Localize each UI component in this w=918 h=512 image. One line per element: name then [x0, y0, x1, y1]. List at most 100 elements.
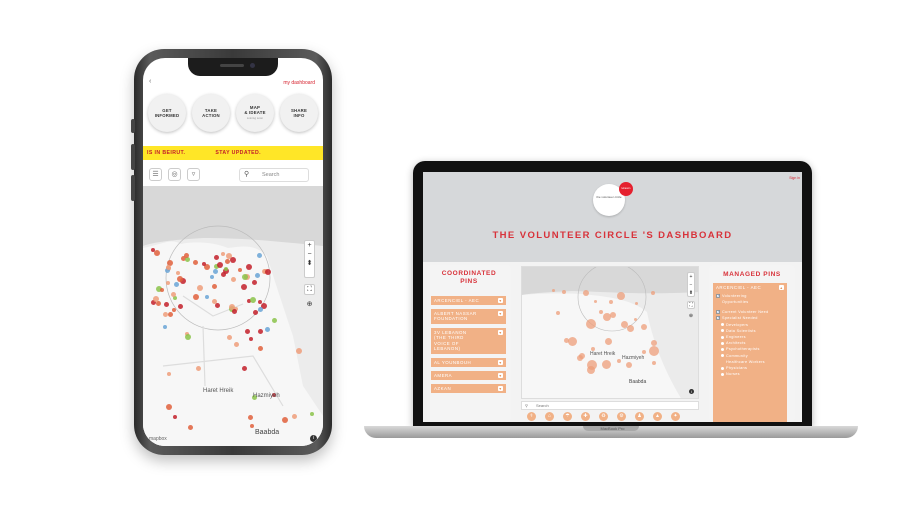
category-icon[interactable]: ▲ [653, 412, 662, 421]
zoom-out-button[interactable]: − [688, 281, 694, 289]
back-icon[interactable]: ‹ [149, 78, 151, 85]
map-pin[interactable] [187, 425, 193, 431]
map-pin[interactable] [230, 276, 236, 282]
radio-button[interactable] [721, 323, 724, 327]
map-pin[interactable] [567, 336, 577, 346]
info-icon[interactable]: i [689, 389, 694, 394]
map-search-input[interactable]: ⚲ Search [521, 401, 699, 410]
map-pin[interactable] [213, 268, 219, 274]
map-pin[interactable] [650, 339, 657, 346]
fullscreen-icon[interactable]: ⛶ [687, 301, 695, 309]
map-pin[interactable] [240, 284, 247, 291]
checkbox[interactable] [716, 310, 721, 315]
map-pin[interactable] [281, 417, 288, 424]
expand-icon[interactable]: ▾ [498, 373, 503, 378]
geolocate-icon[interactable]: ⊕ [687, 313, 695, 321]
map-pin[interactable] [232, 308, 238, 314]
my-dashboard-link[interactable]: my dashboard [283, 80, 315, 86]
mapbox-logo[interactable]: mapbox [149, 436, 167, 442]
map-pin[interactable] [226, 334, 232, 340]
compass-icon[interactable]: ⬍ [305, 259, 314, 268]
radio-button[interactable] [721, 335, 724, 339]
map-pin[interactable] [193, 293, 200, 300]
map-pin[interactable] [640, 324, 647, 331]
nav-share-info[interactable]: SHARE INFO [280, 94, 318, 132]
map-pin[interactable] [649, 345, 660, 356]
radio-button[interactable] [721, 372, 724, 376]
map-pin[interactable] [233, 341, 239, 347]
map-pin[interactable] [165, 264, 171, 270]
category-icon[interactable]: ⚕ [527, 412, 536, 421]
map-pin[interactable] [608, 300, 613, 305]
map-pin[interactable] [599, 309, 604, 314]
filter-row[interactable]: Current Volunteer Need [716, 310, 769, 315]
filter-row[interactable]: Nurses [721, 372, 740, 377]
category-icon[interactable]: ⌂ [545, 412, 554, 421]
zoom-in-button[interactable]: + [305, 241, 314, 250]
map-pin[interactable] [163, 301, 169, 307]
category-icon[interactable]: ⚙ [617, 412, 626, 421]
map-pin[interactable] [159, 287, 164, 292]
category-icon[interactable]: ♟ [635, 412, 644, 421]
expand-icon[interactable]: ▾ [498, 360, 503, 365]
map-pin[interactable] [257, 345, 263, 351]
filter-row[interactable]: Physicians [721, 366, 747, 371]
map-pin[interactable] [561, 289, 566, 294]
map-search-input[interactable]: ⚲ Search [239, 168, 309, 182]
map-pin[interactable] [213, 254, 219, 260]
checkbox[interactable] [716, 316, 721, 321]
map-pin[interactable] [241, 273, 248, 280]
radio-button[interactable] [721, 329, 724, 333]
layers-icon[interactable]: ☰ [149, 168, 162, 181]
pin-item[interactable]: AMERA ▾ [431, 371, 506, 381]
zoom-out-button[interactable]: − [305, 250, 314, 259]
filter-row[interactable]: Psychotherapists [721, 347, 760, 352]
category-icon[interactable]: ✚ [581, 412, 590, 421]
geolocate-icon[interactable]: ⊕ [304, 300, 315, 311]
category-icon[interactable]: ✦ [671, 412, 680, 421]
expand-icon[interactable]: ▾ [498, 298, 503, 303]
map-pin[interactable] [201, 262, 206, 267]
filter-row[interactable]: Community [721, 354, 748, 359]
map-pin[interactable] [604, 338, 612, 346]
category-icon[interactable]: ☂ [563, 412, 572, 421]
map-pin[interactable] [197, 284, 204, 291]
zoom-in-button[interactable]: + [688, 273, 694, 281]
nav-take-action[interactable]: TAKE ACTION [192, 94, 230, 132]
category-icon[interactable]: ♻ [599, 412, 608, 421]
collapse-icon[interactable]: ▴ [779, 285, 784, 290]
map-pin[interactable] [578, 353, 585, 360]
pin-item[interactable]: ALBERT NASSAR FOUNDATION ▾ [431, 309, 506, 324]
filter-row[interactable]: Specialist Needed [716, 316, 758, 321]
compass-icon[interactable]: ⬍ [688, 289, 694, 297]
map-pin[interactable] [633, 317, 637, 321]
radio-button[interactable] [721, 341, 724, 345]
checkbox[interactable] [716, 294, 721, 299]
map-pin[interactable] [216, 261, 223, 268]
radio-button[interactable] [721, 366, 724, 370]
map-pin[interactable] [265, 268, 272, 275]
map-pin[interactable] [264, 326, 270, 332]
map-pin[interactable] [211, 283, 217, 289]
map-pin[interactable] [593, 299, 597, 303]
expand-icon[interactable]: ▾ [498, 330, 503, 335]
filter-row[interactable]: Developers [721, 323, 748, 328]
sign-in-link[interactable]: Sign in [789, 176, 800, 180]
radio-button[interactable] [721, 354, 724, 358]
radio-button[interactable] [721, 347, 724, 351]
filter-row[interactable]: Engineers [721, 335, 746, 340]
pin-item[interactable]: ARCENCIEL - AEC ▾ [431, 296, 506, 306]
map-pin[interactable] [165, 403, 172, 410]
map-pin[interactable] [172, 414, 177, 419]
managed-pin-header[interactable]: ARCENCIEL - AEC ▴ [713, 283, 787, 293]
map-pin[interactable] [195, 365, 201, 371]
fullscreen-icon[interactable]: ⛶ [304, 284, 315, 295]
map-pin[interactable] [155, 301, 161, 307]
map-pin[interactable] [586, 318, 597, 329]
expand-icon[interactable]: ▾ [498, 386, 503, 391]
map-pin[interactable] [171, 307, 176, 312]
expand-icon[interactable]: ▾ [498, 311, 503, 316]
map-pin[interactable] [609, 311, 616, 318]
map-pin[interactable] [295, 347, 302, 354]
filter-row[interactable]: Data Scientists [721, 329, 756, 334]
